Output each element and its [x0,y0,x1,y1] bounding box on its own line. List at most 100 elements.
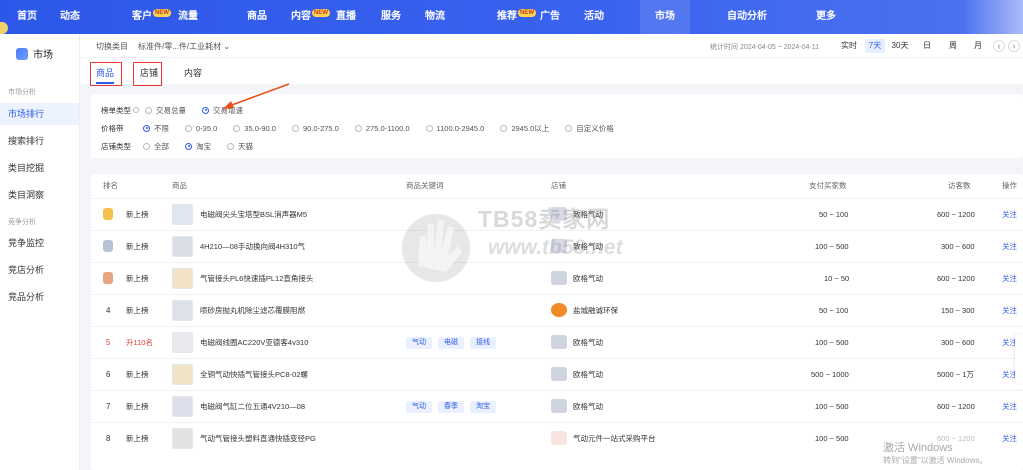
product-name[interactable]: 全铜气动快插气管接头PC8-02螺 [200,359,400,390]
follow-button[interactable]: 关注 [1002,391,1017,422]
shop-name[interactable]: 气动元件一站式采购平台 [573,423,656,454]
table-row[interactable]: 6 新上榜 全铜气动快插气管接头PC8-02螺 欧格气动 500 ~ 1000 … [91,358,1023,389]
price-option[interactable]: 1100.0-2945.0 [425,124,484,133]
shop-name[interactable]: 盐城融诚环保 [573,295,618,326]
col-visitors[interactable]: 访客数 [948,174,971,198]
nav-traffic[interactable]: 流量 [178,0,198,34]
shop-name[interactable]: 欧格气动 [573,391,603,422]
nav-product[interactable]: 商品 [247,0,267,34]
buyers-range: 100 ~ 500 [815,338,849,347]
radio-icon [565,124,573,132]
sidebar-item-category-mining[interactable]: 类目挖掘 [0,157,79,179]
product-thumbnail[interactable] [172,236,193,257]
table-row[interactable]: 7 新上榜 电磁阀气缸二位五通4V210—08 气动 春季 淘宝 欧格气动 100 … [91,390,1023,421]
product-thumbnail[interactable] [172,204,193,225]
sidebar-item-market-rank[interactable]: 市场排行 [0,103,79,125]
nav-dynamic[interactable]: 动态 [60,0,80,34]
shop-name[interactable]: 欧格气动 [573,359,603,390]
shop-option-all[interactable]: 全部 [143,141,169,152]
keyword-tag[interactable]: 接线 [470,337,496,350]
nav-content[interactable]: 内容 NEW [291,0,330,34]
tab-content[interactable]: 内容 [178,62,208,84]
shop-logo-icon [551,271,567,285]
table-row[interactable]: 新上榜 气管接头PL6快速插PL12直角接头 欧格气动 10 ~ 50 600 … [91,262,1023,293]
range-month[interactable]: 月 [971,39,985,53]
range-day[interactable]: 日 [920,39,934,53]
shop-name[interactable]: 欧格气动 [573,263,603,294]
category-select[interactable]: 标准件/零...件/工业耗材 ⌄ [138,41,230,52]
nav-service[interactable]: 服务 [381,0,401,34]
nav-home[interactable]: 首页 [17,0,37,34]
product-name[interactable]: 气管接头PL6快速插PL12直角接头 [200,263,400,294]
price-option[interactable]: 2945.0以上 [500,123,549,134]
range-realtime[interactable]: 实时 [838,39,860,53]
col-buyers[interactable]: 支付买家数 [809,174,847,198]
nav-activity[interactable]: 活动 [584,0,604,34]
nav-customer[interactable]: 客户 NEW [132,0,171,34]
sidebar-item-search-rank[interactable]: 搜索排行 [0,130,79,152]
radio-icon [291,124,299,132]
follow-button[interactable]: 关注 [1002,295,1017,326]
nav-ads[interactable]: 广告 [540,0,560,34]
product-thumbnail[interactable] [172,300,193,321]
sidebar-item-competition-monitor[interactable]: 竞争监控 [0,232,79,254]
type-option-total[interactable]: 交易总量 [145,105,186,116]
shop-logo-icon [551,335,567,349]
shop-option-tmall[interactable]: 天猫 [227,141,253,152]
nav-auto-analysis[interactable]: 自动分析 [727,0,767,34]
nav-corner-decoration [963,0,1023,34]
next-period-button[interactable]: › [1008,40,1020,52]
help-icon[interactable] [133,107,139,113]
price-option[interactable]: 35.0-90.0 [233,124,276,133]
product-thumbnail[interactable] [172,364,193,385]
price-option[interactable]: 不限 [143,123,169,134]
nav-recommend[interactable]: 推荐 NEW [497,0,536,34]
sidebar-item-competitor-product[interactable]: 竞品分析 [0,286,79,308]
bronze-medal-icon [103,272,113,284]
keyword-tag[interactable]: 电磁 [438,337,464,350]
product-thumbnail[interactable] [172,332,193,353]
silver-medal-icon [103,240,113,252]
nav-logistics[interactable]: 物流 [425,0,445,34]
price-option[interactable]: 90.0-275.0 [291,124,339,133]
price-option[interactable]: 0-35.0 [185,124,217,133]
follow-button[interactable]: 关注 [1002,199,1017,230]
nav-live[interactable]: 直播 [336,0,356,34]
product-name[interactable]: 电磁阀尖头宝塔型BSL消声器M5 [200,199,400,230]
product-name[interactable]: 喷砂房抛丸机除尘滤芯覆膜阻燃 [200,295,400,326]
prev-period-button[interactable]: ‹ [993,40,1005,52]
range-week[interactable]: 周 [946,39,960,53]
price-option-custom[interactable]: 自定义价格 [565,123,614,134]
keyword-tag[interactable]: 气动 [406,401,432,414]
table-row[interactable]: 4 新上榜 喷砂房抛丸机除尘滤芯覆膜阻燃 盐城融诚环保 50 ~ 100 150… [91,294,1023,325]
product-thumbnail[interactable] [172,268,193,289]
product-name[interactable]: 电磁阀线圈AC220V亚德客4v310 [200,327,400,358]
keyword-tag[interactable]: 淘宝 [470,401,496,414]
keyword-tag[interactable]: 春季 [438,401,464,414]
table-row[interactable]: 5 升110名 电磁阀线圈AC220V亚德客4v310 气动 电磁 接线 欧格气动 … [91,326,1023,357]
product-name[interactable]: 气动气管接头塑料直通快插变径PG [200,423,400,454]
shop-option-taobao[interactable]: 淘宝 [185,141,211,152]
follow-button[interactable]: 关注 [1002,231,1017,262]
follow-button[interactable]: 关注 [1002,423,1017,454]
range-7days[interactable]: 7天 [865,39,885,53]
nav-more[interactable]: 更多 [816,0,836,34]
sidebar-item-competitor-shop[interactable]: 竞店分析 [0,259,79,281]
floating-side-widget[interactable] [1015,334,1023,384]
top-nav: 首页 动态 客户 NEW 流量 商品 内容 NEW 直播 服务 物流 推荐 NEW 广… [0,0,1023,34]
nav-market[interactable]: 市场 [640,0,690,34]
product-thumbnail[interactable] [172,428,193,449]
rank-change: 新上榜 [126,370,149,379]
shop-logo-icon [551,303,567,317]
sidebar-item-category-insight[interactable]: 类目洞察 [0,184,79,206]
product-name[interactable]: 4H210—08手动换向阀4H310气 [200,231,400,262]
product-thumbnail[interactable] [172,396,193,417]
follow-button[interactable]: 关注 [1002,263,1017,294]
buyers-range: 100 ~ 500 [815,434,849,443]
buyers-range: 500 ~ 1000 [811,370,849,379]
product-name[interactable]: 电磁阀气缸二位五通4V210—08 [200,391,400,422]
range-30days[interactable]: 30天 [889,39,911,53]
keyword-tag[interactable]: 气动 [406,337,432,350]
shop-name[interactable]: 欧格气动 [573,327,603,358]
price-option[interactable]: 275.0-1100.0 [354,124,410,133]
